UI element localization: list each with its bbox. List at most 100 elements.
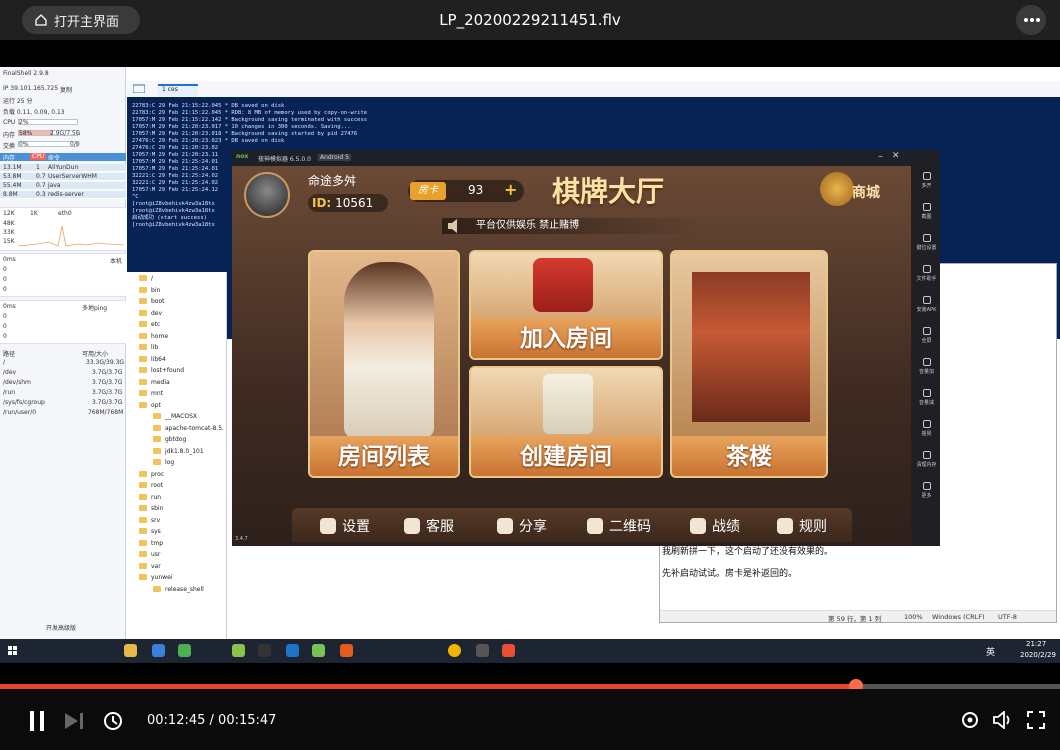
avatar[interactable] [244, 172, 290, 218]
pause-icon[interactable] [28, 711, 46, 731]
more-options-button[interactable] [1016, 5, 1046, 35]
tree-item[interactable]: media [139, 378, 170, 386]
join-room-card[interactable]: 加入房间 [469, 250, 663, 360]
share-button[interactable]: 分享 [497, 516, 547, 536]
chrome-icon[interactable] [448, 644, 461, 657]
tree-item[interactable]: lost+found [138, 367, 184, 374]
tree-item[interactable]: log [152, 459, 174, 466]
clock-date[interactable]: 2020/2/29 [1020, 651, 1056, 659]
upgrade-link[interactable]: 开发高级版 [46, 623, 76, 632]
emulator-side-item[interactable]: 清理内存 [913, 451, 940, 468]
recorder-icon[interactable] [502, 644, 515, 657]
shop-icon[interactable] [820, 172, 854, 206]
add-room-card-button[interactable]: + [504, 180, 517, 199]
table-row[interactable]: 55.4M 0.7 java [0, 182, 126, 190]
tree-item[interactable]: / [138, 275, 153, 282]
tree-item[interactable]: root [138, 482, 163, 489]
fullscreen-icon[interactable] [1027, 711, 1045, 729]
terminal-icon[interactable] [258, 644, 271, 657]
emulator-side-item[interactable]: 截图 [913, 203, 940, 220]
tree-item[interactable]: var [139, 562, 161, 570]
qrcode-button[interactable]: 二维码 [587, 516, 651, 536]
emulator-side-item[interactable]: 更多 [913, 482, 940, 499]
emulator-side-item[interactable]: 音量减 [913, 389, 940, 406]
emulator-side-item[interactable]: 全屏 [913, 327, 940, 344]
settings-gear-icon[interactable] [961, 711, 979, 729]
tree-item[interactable]: bin [138, 286, 160, 294]
records-button[interactable]: 战绩 [690, 516, 740, 536]
tree-item[interactable]: apache-tomcat-8.5. [153, 424, 224, 432]
tree-item[interactable]: release_shell [153, 585, 204, 593]
tree-item[interactable]: __MACOSX [152, 413, 197, 420]
copy-link[interactable]: 复制 [60, 85, 72, 94]
tree-item[interactable]: yunwei [138, 574, 172, 581]
file-tree[interactable]: / bin boot dev etc home lib lib64 lost+found medi… [127, 272, 227, 639]
tree-item[interactable]: usr [138, 551, 160, 558]
tree-item[interactable]: mnt [139, 390, 163, 397]
duration: 00:15:47 [218, 713, 277, 728]
tree-item[interactable]: sys [139, 528, 161, 535]
net-iface[interactable]: eth0 [58, 210, 72, 217]
proc-cmd: UserServerWHM [48, 173, 97, 180]
tree-item[interactable]: home [138, 332, 168, 340]
ping2-label[interactable]: 多地ping [82, 303, 107, 312]
rules-button[interactable]: 规则 [777, 516, 827, 536]
teahouse-card[interactable]: 茶楼 [670, 250, 828, 478]
tree-item[interactable]: lib [138, 344, 158, 351]
emulator-side-item[interactable]: 文件助手 [913, 265, 940, 282]
emulator-side-item[interactable]: 多开 [913, 172, 940, 189]
table-row[interactable]: 53.8M 0.7 UserServerWHM [0, 173, 126, 181]
app-icon[interactable] [178, 644, 191, 657]
tree-item[interactable]: tmp [138, 539, 163, 547]
video-frame[interactable]: FinalShell 2.9.8 IP 39.101.165.725 复制 运行… [0, 67, 1060, 663]
explorer-icon[interactable] [124, 644, 137, 657]
emulator-side-item[interactable]: 安装APK [913, 296, 940, 313]
emulator-side-item[interactable]: 摇晃 [913, 420, 940, 437]
mail-icon[interactable] [152, 644, 165, 657]
game-screen[interactable]: 命途多舛 ID: 10561 房卡 93 + 棋牌大厅 商城 平台仅供娱乐 禁止… [232, 166, 911, 546]
finalshell-icon[interactable] [286, 644, 299, 657]
proc-col-cpu[interactable]: CPU [30, 153, 47, 160]
start-icon[interactable] [8, 646, 18, 656]
emulator-side-item[interactable]: 音量加 [913, 358, 940, 375]
tree-item[interactable]: etc [138, 321, 160, 328]
create-room-card[interactable]: 创建房间 [469, 366, 663, 478]
proc-col-cmd[interactable]: 命令 [48, 153, 60, 162]
tree-item[interactable]: dev [138, 309, 162, 317]
emulator-side-item[interactable]: 键位设置 [913, 234, 940, 251]
bottom-menu [292, 508, 852, 542]
settings-button[interactable]: 设置 [320, 516, 370, 536]
tree-item[interactable]: gbtdog [152, 436, 186, 443]
tree-item[interactable]: srv [138, 516, 160, 524]
support-button[interactable]: 客服 [404, 516, 454, 536]
playback-speed-icon[interactable] [103, 711, 125, 731]
emulator-window[interactable]: nox 夜神模拟器 6.5.0.0 Android 5 – ✕ 命途多舛 ID:… [232, 150, 913, 546]
table-row[interactable]: 8.8M 0.3 redis-server [0, 191, 126, 199]
folder-icon[interactable] [133, 84, 145, 93]
clock-time[interactable]: 21:27 [1026, 640, 1046, 648]
ping-local[interactable]: 本机 [110, 256, 122, 265]
finalshell-toolbar [126, 67, 1060, 81]
room-list-card[interactable]: 房间列表 [308, 250, 460, 478]
tree-item[interactable]: jdk1.8.0_101 [153, 447, 204, 455]
browser-icon[interactable] [340, 644, 353, 657]
tree-item[interactable]: opt [139, 401, 161, 409]
table-row[interactable]: 13.1M 1 AliYunDun [0, 164, 126, 172]
android-icon[interactable] [312, 644, 325, 657]
shop-label[interactable]: 商城 [852, 182, 880, 202]
proc-col-mem[interactable]: 内存 [3, 153, 15, 162]
tab-ces[interactable]: 1 ces [158, 84, 198, 96]
notepad-icon[interactable] [232, 644, 245, 657]
tree-item[interactable]: proc [138, 470, 164, 478]
tree-item[interactable]: lib64 [139, 355, 166, 363]
line-ending: Windows (CRLF) [932, 613, 985, 621]
close-icon[interactable]: ✕ [892, 151, 900, 161]
volume-icon[interactable] [993, 711, 1013, 729]
input-method[interactable]: 英 [986, 645, 995, 658]
tree-item[interactable]: sbin [138, 505, 163, 512]
tree-item[interactable]: run [138, 493, 161, 501]
next-icon[interactable] [65, 713, 85, 729]
nox-icon[interactable] [476, 644, 489, 657]
minimize-icon[interactable]: – [878, 151, 883, 162]
tree-item[interactable]: boot [139, 298, 165, 305]
